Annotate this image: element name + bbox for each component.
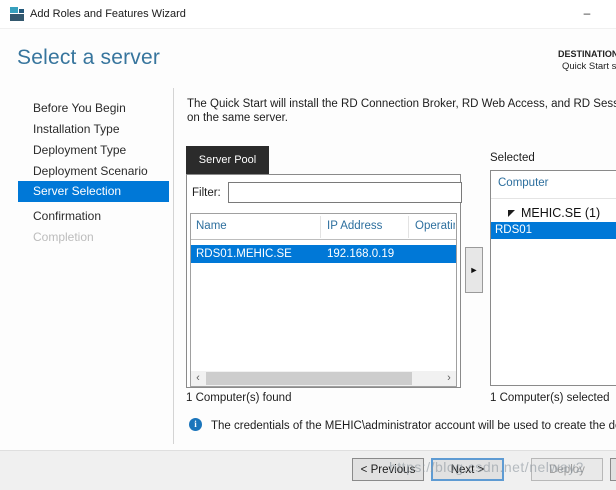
column-separator [408, 216, 409, 238]
scrollbar-thumb[interactable] [206, 372, 412, 385]
cell-server-name: RDS01.MEHIC.SE [196, 248, 292, 260]
filter-input[interactable] [228, 182, 462, 203]
server-pool-list: Name IP Address Operating System RDS01.M… [190, 213, 457, 387]
tree-group-mehic-se[interactable]: MEHIC.SE (1) [491, 204, 616, 222]
sidebar-item-server-selection[interactable]: Server Selection [18, 181, 169, 202]
column-separator [320, 216, 321, 238]
sidebar-item-deployment-type[interactable]: Deployment Type [33, 143, 168, 159]
scroll-left-icon[interactable]: ‹ [191, 371, 205, 386]
list-header: Name IP Address Operating System [191, 214, 456, 240]
sidebar-divider [173, 88, 174, 444]
sidebar-item-installation-type[interactable]: Installation Type [33, 122, 168, 138]
sidebar-item-label: Server Selection [33, 184, 121, 198]
wizard-icon [10, 7, 24, 21]
header-divider [491, 198, 616, 199]
description-line2: on the same server. [187, 112, 288, 124]
filter-label: Filter: [192, 187, 221, 199]
scroll-right-icon[interactable]: › [442, 371, 456, 386]
sidebar-item-completion: Completion [33, 230, 168, 246]
add-server-button[interactable]: ► [465, 247, 483, 293]
sidebar-item-confirmation[interactable]: Confirmation [33, 209, 168, 225]
sidebar-item-before-you-begin[interactable]: Before You Begin [33, 101, 168, 117]
minimize-button[interactable]: – [572, 2, 602, 24]
tree-item-label: RDS01 [495, 224, 532, 236]
destination-server-value: Quick Start selected [562, 61, 616, 72]
destination-server-label: DESTINATION SERVER [558, 49, 616, 59]
credentials-info-text: The credentials of the MEHIC\administrat… [211, 420, 616, 432]
computers-selected-status: 1 Computer(s) selected [490, 392, 610, 404]
tree-group-label: MEHIC.SE (1) [521, 206, 600, 220]
selected-panel: Computer MEHIC.SE (1) RDS01 [490, 170, 616, 386]
page-title: Select a server [17, 46, 160, 70]
column-header-name[interactable]: Name [196, 220, 227, 232]
selected-label: Selected [490, 152, 535, 164]
column-header-computer[interactable]: Computer [498, 177, 549, 189]
tree-item-rds01[interactable]: RDS01 [491, 222, 616, 239]
title-bar: Add Roles and Features Wizard – [0, 0, 616, 29]
description-line1: The Quick Start will install the RD Conn… [187, 98, 616, 110]
deploy-button[interactable]: Deploy [531, 458, 603, 481]
cancel-button[interactable]: Cancel [610, 458, 616, 481]
info-icon: i [189, 418, 202, 431]
computers-found-status: 1 Computer(s) found [186, 392, 291, 404]
column-header-operating-system[interactable]: Operating System [415, 220, 455, 232]
tab-server-pool[interactable]: Server Pool [186, 146, 269, 174]
table-row-rds01[interactable]: RDS01.MEHIC.SE 192.168.0.19 [191, 245, 456, 263]
next-button[interactable]: Next > [431, 458, 504, 481]
horizontal-scrollbar[interactable]: ‹ › [191, 371, 456, 386]
right-arrow-icon: ► [466, 248, 482, 292]
sidebar-item-deployment-scenario[interactable]: Deployment Scenario [33, 164, 168, 180]
window-title: Add Roles and Features Wizard [30, 8, 186, 20]
footer-bar [0, 450, 616, 490]
wizard-window: Add Roles and Features Wizard – Select a… [0, 0, 616, 490]
cell-ip-address: 192.168.0.19 [327, 248, 394, 260]
tree-expanded-icon[interactable] [508, 210, 515, 217]
column-header-ip-address[interactable]: IP Address [327, 220, 382, 232]
previous-button[interactable]: < Previous [352, 458, 424, 481]
